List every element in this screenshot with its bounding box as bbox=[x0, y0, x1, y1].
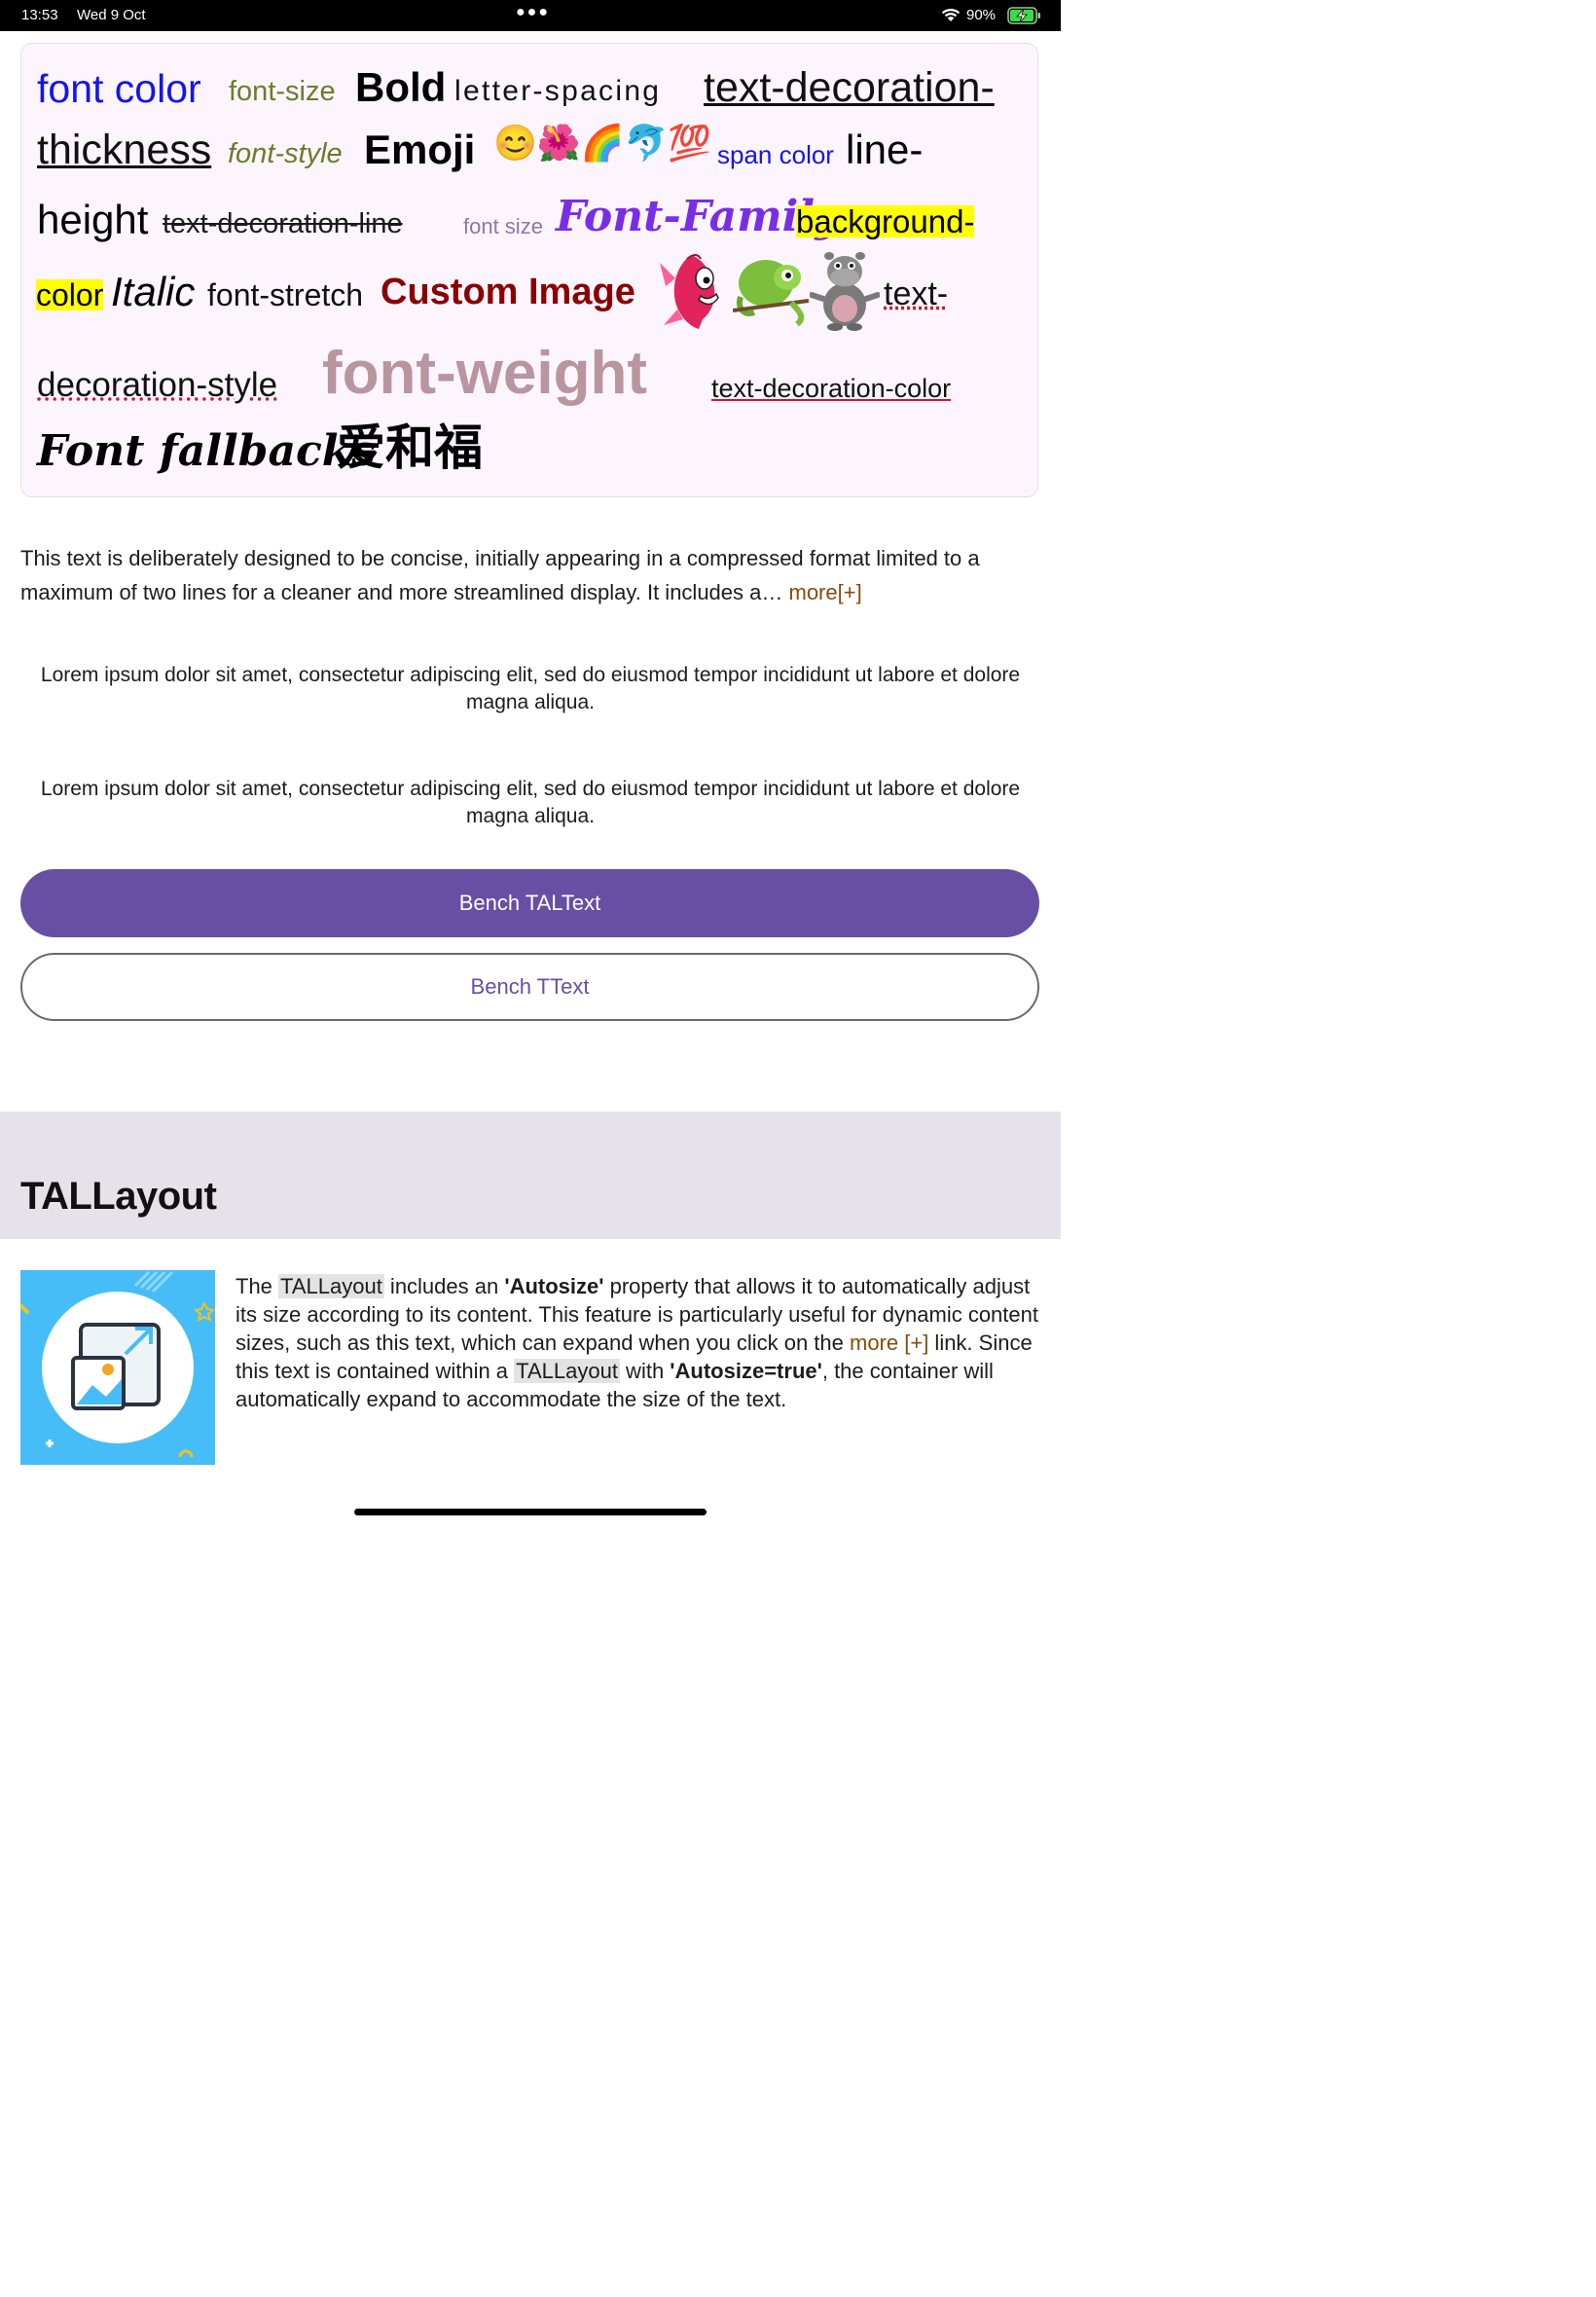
rt-emoji-label: Emoji bbox=[364, 127, 476, 172]
rt-span-color: span color bbox=[717, 140, 834, 169]
rt-cjk: 爱和福 bbox=[337, 420, 483, 475]
status-time: 13:53 bbox=[21, 7, 58, 23]
battery-charging-icon bbox=[1007, 7, 1040, 24]
rt-letter-spacing: letter-spacing bbox=[454, 75, 662, 107]
code-tallayout-2: TALLayout bbox=[514, 1359, 620, 1383]
tallayout-thumbnail bbox=[20, 1270, 215, 1465]
status-date: Wed 9 Oct bbox=[77, 7, 146, 23]
lorem-paragraph-1: Lorem ipsum dolor sit amet, consectetur … bbox=[40, 664, 1021, 713]
rt-custom-image: Custom Image bbox=[381, 272, 635, 312]
rt-decoration-style-a: text- bbox=[884, 275, 949, 312]
home-indicator[interactable] bbox=[354, 1509, 707, 1515]
rt-font-size-small: font size bbox=[463, 214, 543, 238]
bench-ttext-button[interactable]: Bench TText bbox=[20, 953, 1039, 1021]
rt-font-style: font-style bbox=[228, 138, 343, 169]
lorem-paragraph-2: Lorem ipsum dolor sit amet, consectetur … bbox=[40, 778, 1021, 827]
code-tallayout-1: TALLayout bbox=[278, 1274, 384, 1298]
desc-text: The bbox=[236, 1274, 279, 1298]
rich-text-card: font color font-size Bold letter-spacing… bbox=[20, 43, 1038, 497]
autosize-label: 'Autosize' bbox=[504, 1274, 604, 1298]
rt-font-stretch: font-stretch bbox=[207, 277, 364, 312]
rt-font-size: font-size bbox=[229, 76, 336, 107]
status-bar: 13:53 Wed 9 Oct ●●● 90% bbox=[0, 0, 1061, 31]
rt-italic: Italic bbox=[111, 269, 196, 314]
more-link[interactable]: more[+] bbox=[789, 580, 862, 604]
wifi-icon bbox=[941, 8, 961, 21]
tallayout-description: The TALLayout includes an 'Autosize' pro… bbox=[236, 1272, 1053, 1413]
section-title: TALLayout bbox=[20, 1175, 217, 1218]
bench-taltext-button[interactable]: Bench TALText bbox=[20, 869, 1039, 937]
rt-text-decoration-b: thickness bbox=[37, 127, 212, 173]
rt-decoration-color: text-decoration-color bbox=[711, 374, 952, 403]
rt-background-color-a: background- bbox=[796, 203, 975, 239]
rt-font-weight: font-weight bbox=[322, 340, 648, 407]
multitasking-dots[interactable]: ●●● bbox=[516, 4, 550, 21]
rt-font-fallbacks: Font fallbacks bbox=[37, 426, 377, 476]
hippo-sticker bbox=[810, 252, 880, 331]
expandable-text: This text is deliberately designed to be… bbox=[20, 541, 1042, 609]
image-resize-icon bbox=[20, 1270, 215, 1458]
desc-text: includes an bbox=[383, 1274, 505, 1298]
rt-background-color-b: color bbox=[36, 277, 104, 312]
rt-line-height-a: line- bbox=[846, 127, 924, 172]
rt-decoration-style-b: decoration-style bbox=[37, 366, 278, 404]
rt-text-decoration-a: text-decoration- bbox=[704, 64, 995, 111]
rt-font-color: font color bbox=[37, 66, 201, 111]
rt-line-height-b: height bbox=[37, 197, 149, 242]
rt-strikethrough: text-decoration-line bbox=[163, 208, 403, 239]
rt-bold: Bold bbox=[355, 64, 447, 110]
chameleon-sticker bbox=[733, 260, 809, 326]
more-plus-link[interactable]: more [+] bbox=[850, 1331, 928, 1355]
autosize-true-label: 'Autosize=true' bbox=[670, 1359, 822, 1383]
battery-percent: 90% bbox=[966, 7, 997, 23]
rt-emojis: 😊🌺🌈🐬💯 bbox=[493, 123, 712, 163]
fish-sticker bbox=[660, 254, 719, 329]
desc-text: with bbox=[619, 1359, 671, 1383]
